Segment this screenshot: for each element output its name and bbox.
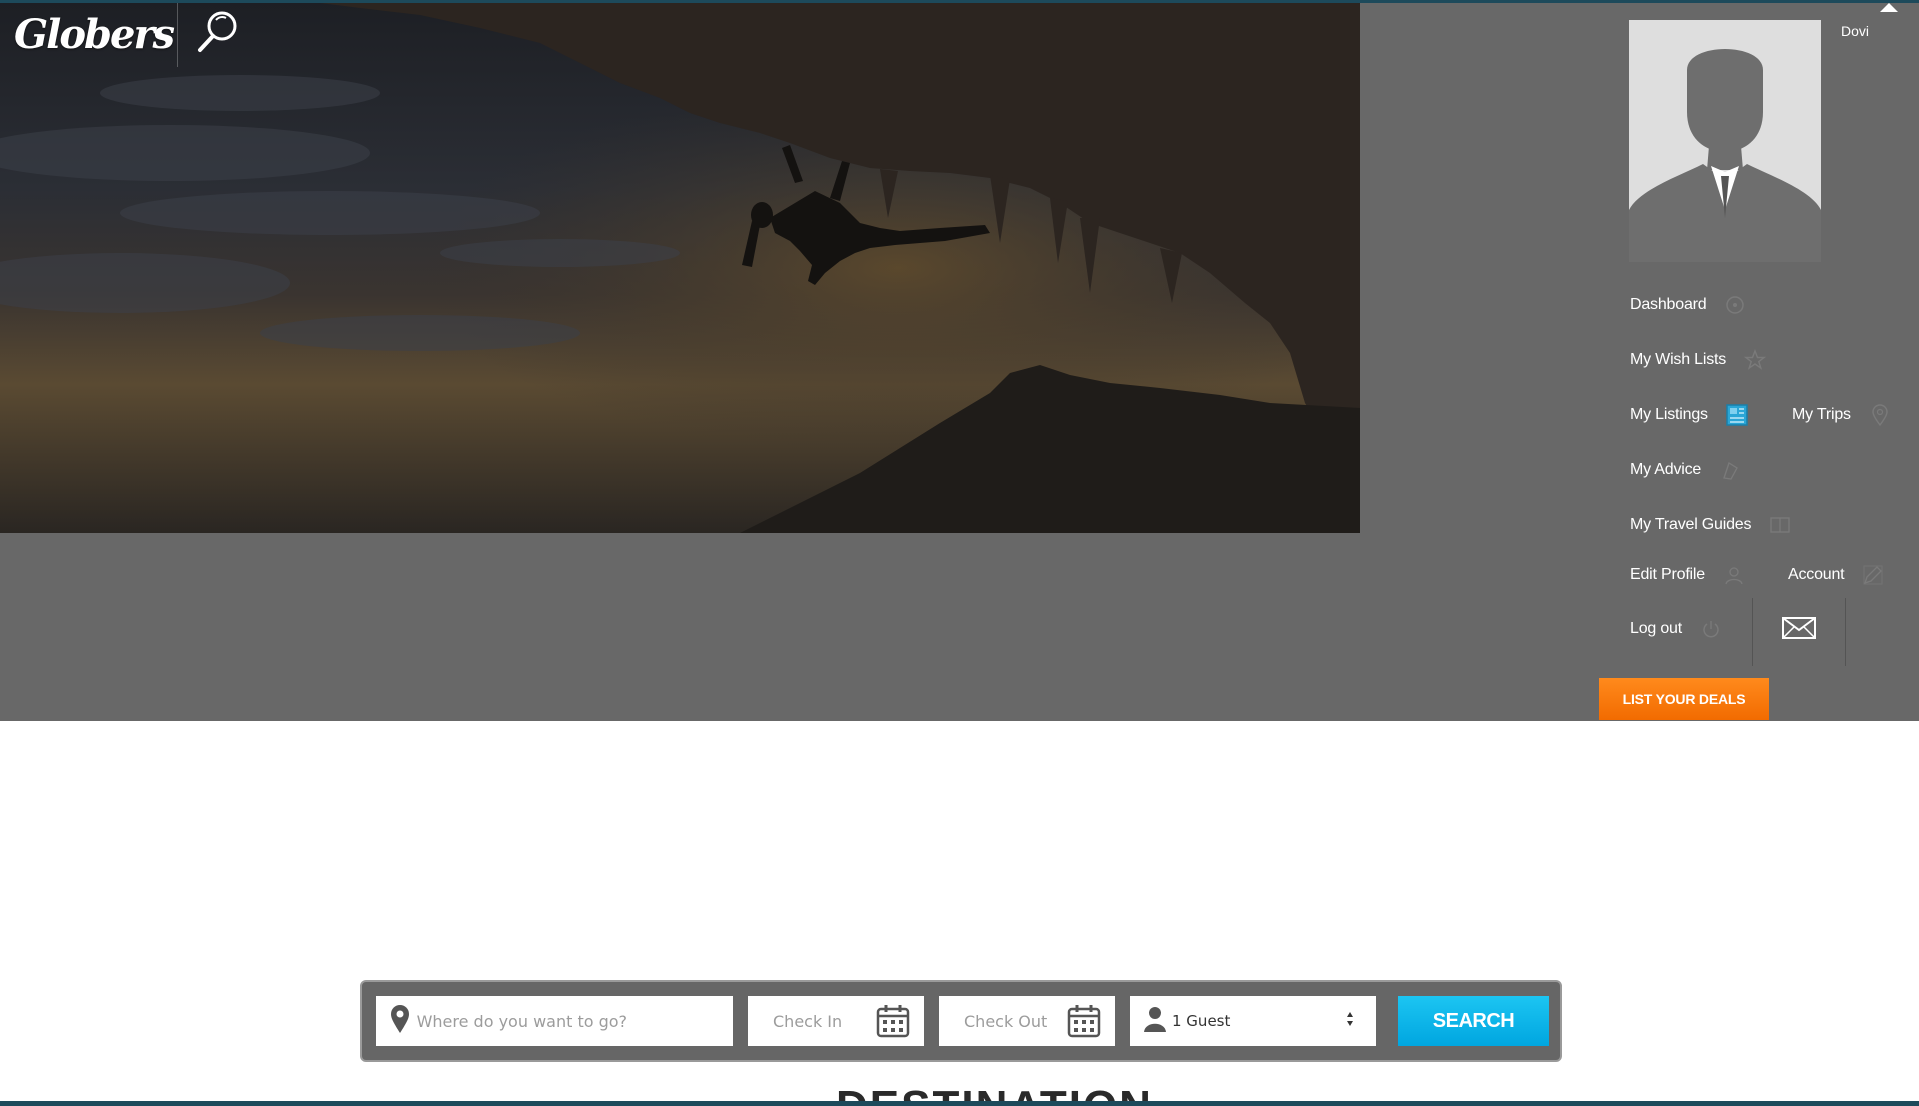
- gauge-icon: [1724, 294, 1746, 316]
- search-toggle-icon[interactable]: [196, 8, 242, 54]
- messages-mail-icon[interactable]: [1778, 612, 1820, 644]
- menu-item-travel-guides[interactable]: My Travel Guides: [1630, 514, 1791, 536]
- check-out-field[interactable]: [939, 996, 1115, 1046]
- user-icon: [1723, 564, 1745, 586]
- map-pin-icon: [1869, 404, 1891, 427]
- calendar-icon[interactable]: [1067, 1004, 1101, 1043]
- destination-input[interactable]: [416, 1011, 733, 1031]
- pencil-icon: [1862, 564, 1884, 586]
- menu-item-my-advice[interactable]: My Advice: [1630, 459, 1741, 481]
- guests-value: 1 Guest: [1172, 1012, 1231, 1030]
- menu-divider-left: [1752, 598, 1753, 666]
- globers-logo[interactable]: Globers: [14, 6, 175, 64]
- menu-item-my-trips[interactable]: My Trips: [1792, 404, 1891, 427]
- dropdown-caret: [1880, 3, 1898, 12]
- calendar-icon[interactable]: [876, 1004, 910, 1043]
- search-bar: 1 Guest SEARCH: [360, 980, 1562, 1062]
- destination-field[interactable]: [376, 996, 733, 1046]
- menu-item-my-listings[interactable]: My Listings: [1630, 404, 1748, 426]
- menu-item-dashboard[interactable]: Dashboard: [1630, 294, 1746, 316]
- menu-item-edit-profile[interactable]: Edit Profile: [1630, 564, 1745, 586]
- search-button[interactable]: SEARCH: [1398, 996, 1549, 1046]
- check-in-input[interactable]: [748, 1011, 876, 1031]
- listing-icon: [1726, 404, 1748, 426]
- username: Dovi: [1841, 23, 1870, 39]
- guest-user-icon: [1130, 1006, 1172, 1037]
- select-arrows-icon: [1346, 1011, 1354, 1032]
- power-icon: [1700, 618, 1722, 640]
- check-in-field[interactable]: [748, 996, 924, 1046]
- bookmark-icon: [1719, 459, 1741, 481]
- location-pin-icon: [376, 1004, 417, 1039]
- hero-image: [0, 3, 1360, 533]
- book-icon: [1769, 514, 1791, 536]
- menu-item-account[interactable]: Account: [1788, 564, 1884, 586]
- star-icon: [1744, 349, 1767, 371]
- menu-divider-right: [1845, 598, 1846, 666]
- list-your-deals-button[interactable]: LIST YOUR DEALS: [1599, 678, 1769, 720]
- check-out-input[interactable]: [939, 1011, 1067, 1031]
- guests-select[interactable]: 1 Guest: [1130, 996, 1376, 1046]
- bottom-strip: [0, 1101, 1919, 1106]
- header-divider: [177, 3, 178, 67]
- avatar[interactable]: [1629, 20, 1821, 262]
- menu-item-wish-lists[interactable]: My Wish Lists: [1630, 349, 1767, 371]
- menu-item-log-out[interactable]: Log out: [1630, 618, 1722, 640]
